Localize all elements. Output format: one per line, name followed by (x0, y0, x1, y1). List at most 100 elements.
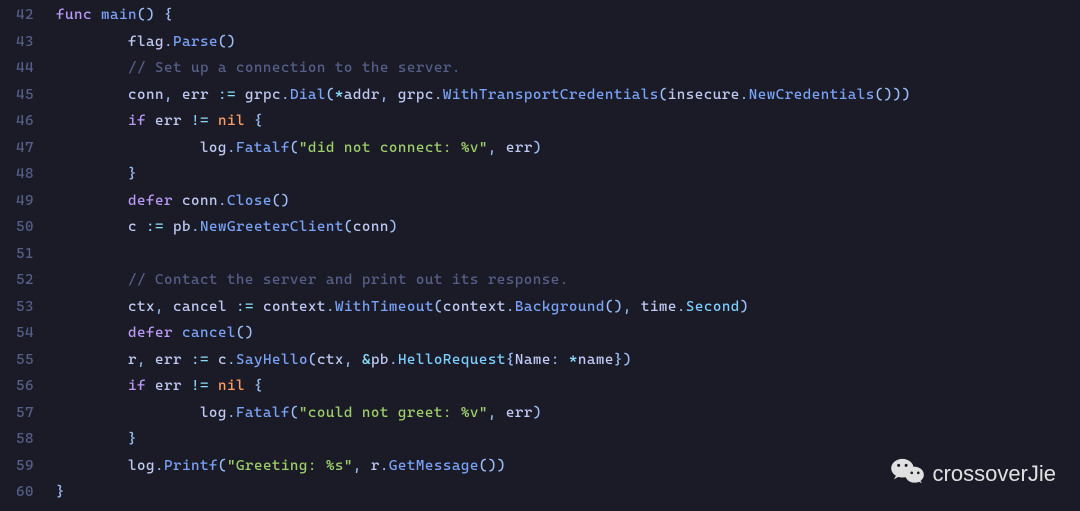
code-line[interactable]: c := pb.NewGreeterClient(conn) (56, 214, 1080, 241)
token-ident: addr (344, 87, 380, 103)
token-method: GetMessage (389, 458, 479, 474)
token-pkg: log (200, 405, 227, 421)
token-ident: err (155, 113, 182, 129)
token-punct: ( (326, 87, 335, 103)
token-punct (236, 87, 245, 103)
line-number: 58 (0, 426, 50, 453)
token-punct (173, 193, 182, 209)
token-punct: } (128, 166, 137, 182)
token-punct (137, 219, 146, 235)
code-line[interactable]: if err != nil { (56, 108, 1080, 135)
code-line[interactable]: // Set up a connection to the server. (56, 55, 1080, 82)
token-ident: name (578, 352, 614, 368)
token-punct (209, 113, 218, 129)
token-punct: . (677, 299, 686, 315)
line-number: 42 (0, 2, 50, 29)
token-func: main (101, 7, 137, 23)
token-ident: ctx (128, 299, 155, 315)
code-line[interactable]: flag.Parse() (56, 29, 1080, 56)
token-method: WithTransportCredentials (443, 87, 659, 103)
token-punct: . (164, 34, 173, 50)
token-op: != (191, 378, 209, 394)
token-ident: cancel (173, 299, 227, 315)
token-pkg: flag (128, 34, 164, 50)
token-punct: ) (533, 405, 542, 421)
token-punct: . (434, 87, 443, 103)
token-punct: }) (614, 352, 632, 368)
token-op: := (191, 352, 209, 368)
code-line[interactable]: if err != nil { (56, 373, 1080, 400)
code-line[interactable]: ctx, cancel := context.WithTimeout(conte… (56, 294, 1080, 321)
token-str: "did not connect: %v" (299, 140, 488, 156)
token-punct (182, 378, 191, 394)
token-comment: // Contact the server and print out its … (128, 272, 569, 288)
line-number: 47 (0, 135, 50, 162)
token-op: != (191, 113, 209, 129)
code-area[interactable]: func main() { flag.Parse() // Set up a c… (50, 2, 1080, 506)
token-punct (209, 352, 218, 368)
token-ident: err (155, 352, 182, 368)
token-pkg: time (641, 299, 677, 315)
token-punct: , (164, 87, 182, 103)
code-line[interactable]: // Contact the server and print out its … (56, 267, 1080, 294)
token-method: Parse (173, 34, 218, 50)
token-punct: , (488, 405, 506, 421)
token-punct: ())) (875, 87, 911, 103)
token-punct: ( (290, 140, 299, 156)
token-method: Dial (290, 87, 326, 103)
token-punct (182, 113, 191, 129)
token-method: Background (515, 299, 605, 315)
token-punct: ( (434, 299, 443, 315)
token-str: "could not greet: %v" (299, 405, 488, 421)
code-line[interactable]: func main() { (56, 2, 1080, 29)
token-punct: } (128, 431, 137, 447)
token-punct: . (191, 219, 200, 235)
line-number: 52 (0, 267, 50, 294)
token-pkg: pb (173, 219, 191, 235)
token-kw: if (128, 113, 146, 129)
line-number: 46 (0, 108, 50, 135)
token-punct: . (281, 87, 290, 103)
line-number: 48 (0, 161, 50, 188)
line-number: 51 (0, 241, 50, 268)
line-number: 55 (0, 347, 50, 374)
token-kw: func (56, 7, 92, 23)
token-method: WithTimeout (335, 299, 434, 315)
token-method: cancel (182, 325, 236, 341)
token-method: Fatalf (236, 405, 290, 421)
token-punct: () (236, 325, 254, 341)
token-num: nil (218, 113, 245, 129)
code-line[interactable] (56, 241, 1080, 268)
code-line[interactable]: defer conn.Close() (56, 188, 1080, 215)
token-ident: conn (128, 87, 164, 103)
code-line[interactable]: conn, err := grpc.Dial(*addr, grpc.WithT… (56, 82, 1080, 109)
token-pkg: context (263, 299, 326, 315)
code-line[interactable]: r, err := c.SayHello(ctx, &pb.HelloReque… (56, 347, 1080, 374)
token-punct: . (155, 458, 164, 474)
token-punct: { (506, 352, 515, 368)
token-pkg: log (128, 458, 155, 474)
code-line[interactable]: log.Fatalf("did not connect: %v", err) (56, 135, 1080, 162)
token-punct (182, 352, 191, 368)
code-line[interactable]: log.Fatalf("could not greet: %v", err) (56, 400, 1080, 427)
token-ident: ctx (317, 352, 344, 368)
token-punct: () (218, 34, 236, 50)
token-op: := (236, 299, 254, 315)
token-punct: : (551, 352, 569, 368)
token-comment: // Set up a connection to the server. (128, 60, 461, 76)
token-punct: ( (308, 352, 317, 368)
code-line[interactable]: } (56, 161, 1080, 188)
code-line[interactable]: } (56, 426, 1080, 453)
line-number: 59 (0, 453, 50, 480)
token-punct: { (245, 113, 263, 129)
token-pkg: context (443, 299, 506, 315)
token-punct: (), (605, 299, 641, 315)
line-number: 56 (0, 373, 50, 400)
token-ident: err (182, 87, 209, 103)
line-number: 54 (0, 320, 50, 347)
token-ident: conn (353, 219, 389, 235)
line-number: 49 (0, 188, 50, 215)
token-ident: Name (515, 352, 551, 368)
token-ident: err (506, 140, 533, 156)
code-line[interactable]: defer cancel() (56, 320, 1080, 347)
